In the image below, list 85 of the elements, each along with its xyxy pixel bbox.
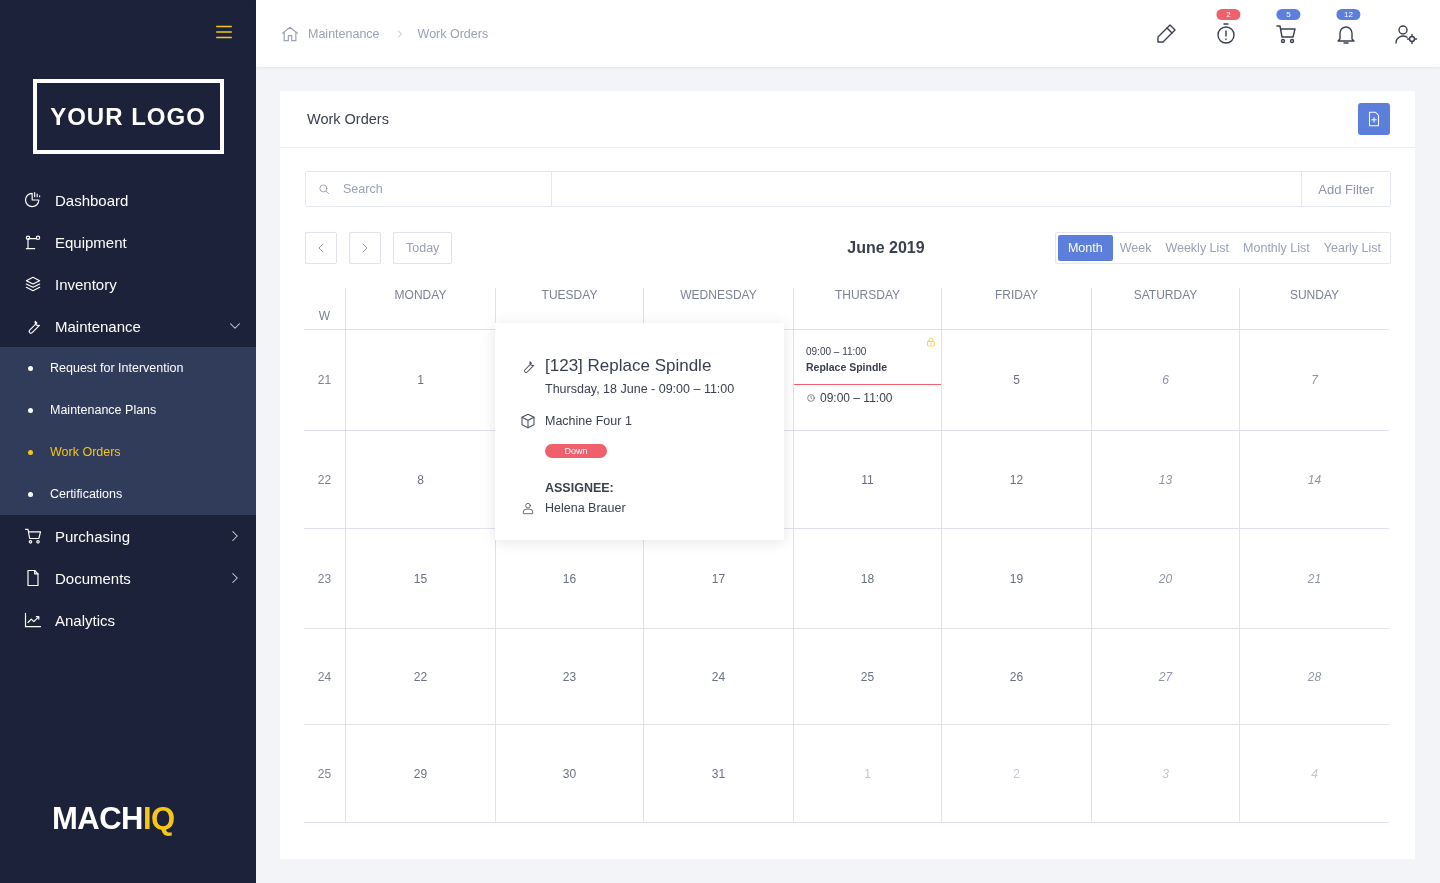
day-number[interactable]: 31 (711, 766, 726, 781)
day-number[interactable]: 13 (1158, 472, 1173, 487)
today-button[interactable]: Today (393, 232, 453, 264)
breadcrumb-link[interactable]: Work Orders (417, 26, 489, 41)
event-time: 09:00 – 11:00 (820, 391, 893, 405)
column-header: WEDNESDAY (680, 288, 757, 304)
count-badge: 12 (1336, 8, 1361, 20)
event-card[interactable]: 09:00 – 11:00 Replace Spindle (794, 330, 941, 385)
nav-item[interactable]: Inventory (0, 263, 256, 305)
day-number[interactable]: 1 (417, 373, 424, 387)
column-header: THURSDAY (834, 288, 901, 304)
day-number[interactable]: 5 (1013, 373, 1020, 387)
column-header: SUNDAY (1289, 288, 1340, 304)
nav-item[interactable]: Dashboard (0, 179, 256, 221)
view-tab[interactable]: Monthly List (1236, 235, 1317, 261)
day-number[interactable]: 28 (1307, 669, 1322, 684)
week-number: 24 (317, 669, 332, 684)
week-number: 23 (317, 571, 332, 586)
day-number[interactable]: 11 (861, 472, 874, 487)
day-number[interactable]: 18 (860, 571, 875, 586)
day-number[interactable]: 25 (860, 669, 875, 684)
sidebar-subitem[interactable]: Maintenance Plans (0, 389, 256, 431)
assignee-label: ASSIGNEE: (545, 481, 615, 495)
day-number[interactable]: 27 (1158, 669, 1173, 684)
event-title: [123] Replace Spindle (545, 356, 712, 376)
cart-icon (23, 526, 43, 546)
day-number[interactable]: 19 (1009, 571, 1024, 586)
person-icon (521, 501, 535, 515)
day-number[interactable]: 8 (417, 472, 424, 487)
brand-logo: MACHIQ (52, 801, 175, 837)
day-number[interactable]: 6 (1162, 373, 1169, 387)
stopwatch-alert-icon[interactable] (1214, 21, 1238, 46)
calendar-period: June 2019 (846, 239, 926, 257)
add-filter-button[interactable]: Add Filter (1302, 172, 1390, 206)
day-number[interactable]: 29 (413, 766, 428, 781)
breadcrumb-link[interactable]: Maintenance (308, 26, 380, 41)
search-icon (317, 182, 331, 196)
column-header: W (318, 309, 331, 323)
clock-icon (806, 393, 816, 403)
day-number[interactable]: 7 (1311, 373, 1318, 387)
machine-name: Machine Four 1 (545, 414, 632, 428)
view-tab[interactable]: Weekly List (1158, 235, 1237, 261)
page-title: Work Orders (307, 111, 389, 127)
column-header: TUESDAY (541, 288, 598, 304)
nav-item[interactable]: Purchasing (0, 515, 256, 557)
column-header: MONDAY (394, 288, 447, 304)
line-chart-icon (23, 610, 43, 630)
view-tab[interactable]: Month (1057, 235, 1113, 261)
week-number: 25 (317, 766, 332, 781)
nav-item[interactable]: Maintenance (0, 305, 256, 347)
status-badge: Down (545, 444, 607, 458)
day-number[interactable]: 17 (711, 571, 726, 586)
count-badge: 2 (1216, 8, 1241, 20)
count-badge: 5 (1276, 8, 1301, 20)
sidebar-subitem[interactable]: Certifications (0, 473, 256, 515)
layers-icon (23, 274, 43, 294)
day-number[interactable]: 26 (1009, 669, 1024, 684)
day-number[interactable]: 22 (413, 669, 428, 684)
logo: YOUR LOGO (32, 79, 224, 154)
new-document-button[interactable] (1358, 103, 1390, 135)
day-number[interactable]: 24 (711, 669, 726, 684)
day-number[interactable]: 30 (562, 766, 577, 781)
sidebar-subitem[interactable]: Request for Intervention (0, 347, 256, 389)
search-field[interactable]: Search (341, 174, 551, 204)
day-number[interactable]: 16 (562, 571, 577, 586)
day-number[interactable]: 21 (1307, 571, 1322, 586)
event-datetime: Thursday, 18 June - 09:00 – 11:00 (545, 382, 736, 396)
column-header: FRIDAY (994, 288, 1039, 304)
day-number[interactable]: 14 (1307, 472, 1322, 487)
cube-icon (519, 412, 537, 430)
week-number: 21 (317, 373, 332, 387)
nav-item[interactable]: Analytics (0, 599, 256, 641)
assignee-name: Helena Brauer (545, 501, 626, 515)
day-number[interactable]: 15 (413, 571, 428, 586)
column-header: SATURDAY (1133, 288, 1198, 304)
view-tab[interactable]: Week (1112, 235, 1159, 261)
pie-chart-icon (23, 190, 43, 210)
view-tab[interactable]: Yearly List (1316, 235, 1388, 261)
day-number[interactable]: 12 (1009, 472, 1024, 487)
day-number[interactable]: 20 (1158, 571, 1173, 586)
nav-item[interactable]: Documents (0, 557, 256, 599)
week-number: 22 (317, 472, 332, 487)
day-number[interactable]: 23 (562, 669, 577, 684)
nav-item[interactable]: Equipment (0, 221, 256, 263)
sidebar-subitem[interactable]: Work Orders (0, 431, 256, 473)
